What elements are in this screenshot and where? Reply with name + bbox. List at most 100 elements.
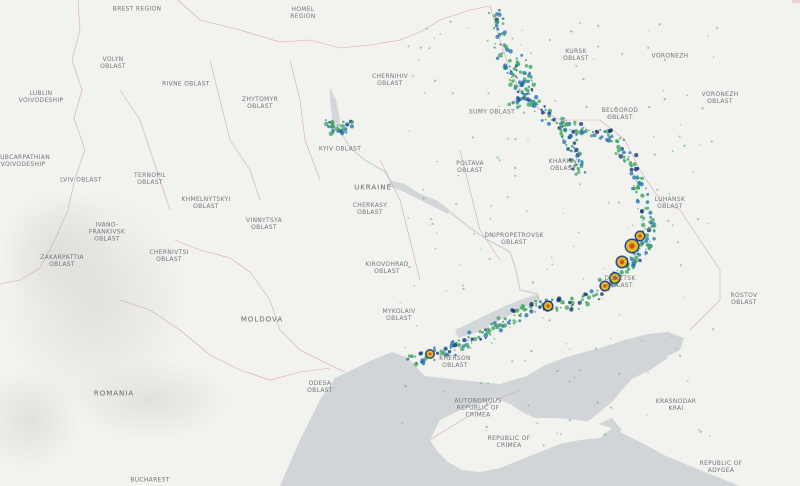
heat-point [562, 139, 567, 145]
heat-point [524, 64, 529, 68]
heat-point-sparse [712, 56, 715, 59]
heat-point-sparse [433, 79, 437, 82]
region-label-zhytomyr: ZHYTOMYR OBLAST [241, 96, 279, 110]
heat-point-sparse [679, 264, 683, 267]
heat-point [537, 99, 541, 103]
heat-point [543, 106, 546, 109]
heat-point [559, 125, 562, 128]
heat-point [490, 322, 494, 326]
heat-point [478, 330, 482, 334]
region-label-republic-crimea: REPUBLIC OF CRIMEA [487, 435, 531, 449]
heat-point [503, 65, 509, 70]
heat-point [587, 296, 589, 299]
heat-point [515, 308, 520, 313]
region-label-vinnytsia: VINNYTSYA OBLAST [246, 217, 282, 231]
heat-point-sparse [618, 314, 621, 316]
heat-point [533, 110, 536, 113]
heat-point [571, 129, 576, 134]
heat-point [503, 33, 506, 37]
heat-point [531, 82, 537, 87]
map-view[interactable]: BREST REGION HOMEL REGION VOLYN OBLAST L… [0, 0, 800, 486]
heat-point-sparse [709, 435, 711, 438]
heat-point [533, 299, 537, 303]
heat-point [644, 233, 650, 238]
heat-point-sparse [399, 302, 401, 304]
heat-point [326, 124, 331, 129]
heat-point [638, 259, 641, 262]
heat-point [647, 226, 651, 231]
heat-point [634, 255, 639, 261]
region-label-subcarpathian: SUBCARPATHIAN VOIVODESHIP [0, 154, 50, 168]
heat-point-sparse [412, 74, 415, 77]
heat-point [637, 253, 642, 257]
heat-point-sparse [487, 92, 490, 95]
heat-point [349, 124, 355, 129]
heat-point-sparse [560, 433, 562, 436]
heat-point [629, 164, 633, 168]
heat-point [635, 180, 638, 183]
region-label-rostov: ROSTOV OBLAST [730, 292, 758, 306]
heat-point-sparse [548, 319, 551, 322]
heat-point [581, 164, 583, 167]
heat-point [645, 187, 647, 190]
heat-point [589, 289, 594, 294]
heat-point-sparse [585, 105, 588, 109]
heat-point-sparse [449, 20, 452, 23]
heat-point-sparse [692, 171, 695, 173]
heat-point-sparse [431, 222, 434, 226]
heat-point [570, 297, 574, 300]
heat-point [616, 269, 619, 272]
heat-point-sparse [489, 217, 492, 220]
heat-point [508, 78, 511, 82]
heat-point [524, 87, 528, 91]
heat-point-sparse [401, 421, 404, 424]
region-label-lviv: LVIV OBLAST [60, 176, 102, 184]
heat-hotspot-core [629, 243, 635, 249]
heat-point [577, 151, 582, 156]
heat-point-sparse [716, 26, 719, 30]
heat-point-sparse [710, 140, 713, 143]
heat-point [603, 129, 607, 134]
heat-point [334, 126, 339, 131]
heat-point-sparse [486, 39, 489, 42]
heat-point-sparse [592, 58, 595, 61]
heat-point [577, 308, 580, 310]
heat-point-sparse [647, 46, 650, 50]
heat-point-sparse [618, 372, 621, 376]
heat-point [559, 306, 562, 309]
heat-point [519, 312, 522, 315]
heat-point-sparse [568, 348, 571, 350]
heat-point [520, 82, 525, 87]
heat-point [512, 321, 516, 325]
heat-point [565, 119, 567, 122]
city-label-bucharest: BUCHAREST [130, 476, 170, 484]
heat-point-sparse [582, 77, 585, 81]
heat-point [591, 131, 594, 134]
region-label-kursk: KURSK OBLAST [563, 48, 589, 62]
heat-point-sparse [433, 37, 436, 40]
heat-point [529, 301, 534, 307]
heat-point-sparse [600, 298, 603, 300]
heat-point [633, 184, 635, 187]
heat-point [518, 89, 521, 91]
heat-point-sparse [536, 296, 539, 298]
heat-point [583, 170, 587, 174]
heat-point [433, 358, 436, 362]
heat-point [517, 63, 521, 67]
heat-point-sparse [621, 53, 624, 55]
heat-point [494, 23, 499, 28]
heat-point [339, 131, 345, 136]
region-label-chernihiv: CHERNIHIV OBLAST [371, 73, 409, 87]
heat-point [511, 100, 515, 105]
heat-point [605, 137, 609, 142]
country-label-romania: ROMANIA [93, 389, 135, 398]
heat-point [499, 43, 502, 46]
heat-point [636, 175, 639, 178]
heat-point [328, 120, 331, 124]
heat-point [649, 215, 652, 219]
heat-point [447, 349, 452, 354]
region-label-cherkasy: CHERKASY OBLAST [352, 202, 388, 216]
region-label-mykolaiv: MYKOLAIV OBLAST [382, 308, 416, 322]
heat-point-sparse [662, 90, 665, 92]
heat-point-sparse [683, 297, 685, 299]
